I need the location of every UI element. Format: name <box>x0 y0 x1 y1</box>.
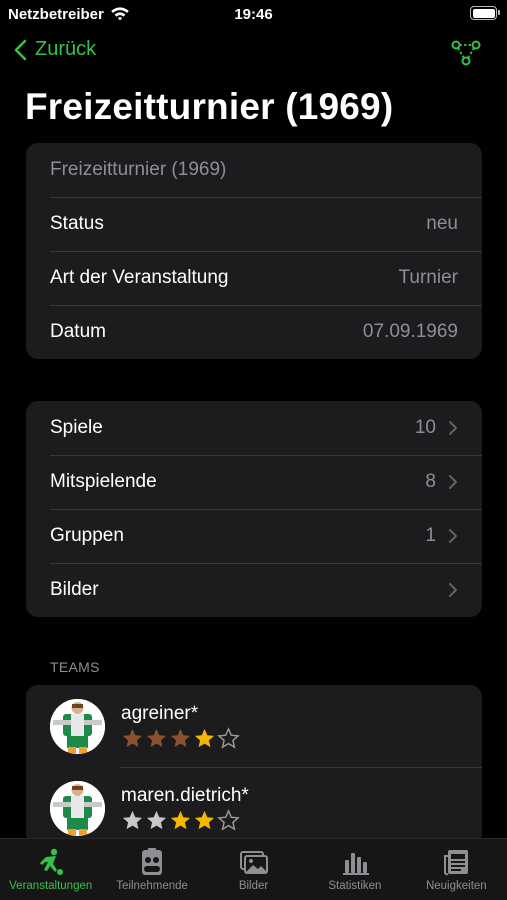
person-card-icon <box>142 848 163 875</box>
foosball-player-icon <box>50 780 105 836</box>
battery-icon <box>470 6 500 20</box>
games-count: 10 <box>414 417 436 438</box>
team-rating <box>121 808 249 832</box>
groups-row[interactable]: Gruppen 1 <box>26 509 482 563</box>
groups-label: Gruppen <box>50 525 124 546</box>
status-label: Status <box>50 213 104 234</box>
back-button[interactable]: Zurück <box>14 38 96 61</box>
event-info-card: Freizeitturnier (1969) Status neu Art de… <box>26 143 482 359</box>
games-row[interactable]: Spiele 10 <box>26 401 482 455</box>
event-type-row: Art der Veranstaltung Turnier <box>26 251 482 305</box>
date-label: Datum <box>50 321 106 342</box>
event-links-card: Spiele 10 Mitspielende 8 Gruppen 1 Bilde… <box>26 401 482 617</box>
teams-card: agreiner* maren.dietrich* <box>26 685 482 845</box>
tab-statistics[interactable]: Statistiken <box>304 839 405 900</box>
event-name: Freizeitturnier (1969) <box>50 159 227 180</box>
games-label: Spiele <box>50 417 103 438</box>
status-bar: Netzbetreiber 19:46 <box>0 0 507 30</box>
team-row[interactable]: maren.dietrich* <box>26 767 482 845</box>
tab-news[interactable]: Neuigkeiten <box>406 839 507 900</box>
newspaper-icon <box>444 850 469 876</box>
star-empty-icon <box>217 808 240 831</box>
team-rating <box>121 726 241 750</box>
star-filled-icon <box>170 728 191 747</box>
players-label: Mitspielende <box>50 471 157 492</box>
pictures-row[interactable]: Bilder <box>26 563 482 617</box>
status-row: Status neu <box>26 197 482 251</box>
soccer-player-icon <box>39 848 63 875</box>
tab-pictures-label: Bilder <box>238 880 269 892</box>
foosball-player-icon <box>50 698 105 754</box>
star-filled-icon <box>122 810 143 829</box>
team-name: agreiner* <box>121 702 199 724</box>
back-label: Zurück <box>35 38 97 60</box>
players-count: 8 <box>425 471 436 492</box>
tab-participants[interactable]: Teilnehmende <box>101 839 202 900</box>
chevron-right-icon <box>449 475 457 489</box>
star-filled-icon <box>146 728 167 747</box>
tab-events[interactable]: Veranstaltungen <box>0 839 101 900</box>
star-empty-icon <box>217 726 240 749</box>
chevron-right-icon <box>449 583 457 597</box>
navigation-bar: Zurück <box>0 36 507 70</box>
star-filled-icon <box>122 728 143 747</box>
star-filled-icon <box>146 810 167 829</box>
tab-pictures[interactable]: Bilder <box>203 839 304 900</box>
status-time: 19:46 <box>234 6 273 23</box>
team-row[interactable]: agreiner* <box>26 685 482 767</box>
chevron-right-icon <box>449 529 457 543</box>
event-name-row: Freizeitturnier (1969) <box>26 143 482 197</box>
team-avatar <box>50 780 105 836</box>
team-avatar <box>50 698 105 754</box>
status-value: neu <box>426 213 458 234</box>
pictures-label: Bilder <box>50 579 99 600</box>
star-filled-icon <box>194 810 215 829</box>
team-name: maren.dietrich* <box>121 784 249 806</box>
page-title: Freizeitturnier (1969) <box>25 86 394 127</box>
star-filled-icon <box>194 728 215 747</box>
tab-participants-label: Teilnehmende <box>116 880 188 892</box>
chevron-left-icon <box>14 39 27 60</box>
tab-events-label: Veranstaltungen <box>9 880 93 892</box>
date-row: Datum 07.09.1969 <box>26 305 482 359</box>
event-type-label: Art der Veranstaltung <box>50 267 229 288</box>
tab-news-label: Neuigkeiten <box>425 880 487 892</box>
groups-count: 1 <box>425 525 436 546</box>
tab-bar: Veranstaltungen Teilnehmende Bilder Stat… <box>0 838 507 900</box>
teams-section-header: TEAMS <box>50 659 100 675</box>
bar-chart-icon <box>342 853 369 875</box>
date-value: 07.09.1969 <box>362 321 458 342</box>
photos-icon <box>239 851 268 874</box>
tournament-graph-icon[interactable] <box>451 39 481 67</box>
event-type-value: Turnier <box>398 267 458 288</box>
chevron-right-icon <box>449 421 457 435</box>
players-row[interactable]: Mitspielende 8 <box>26 455 482 509</box>
star-filled-icon <box>170 810 191 829</box>
tab-statistics-label: Statistiken <box>328 880 382 892</box>
